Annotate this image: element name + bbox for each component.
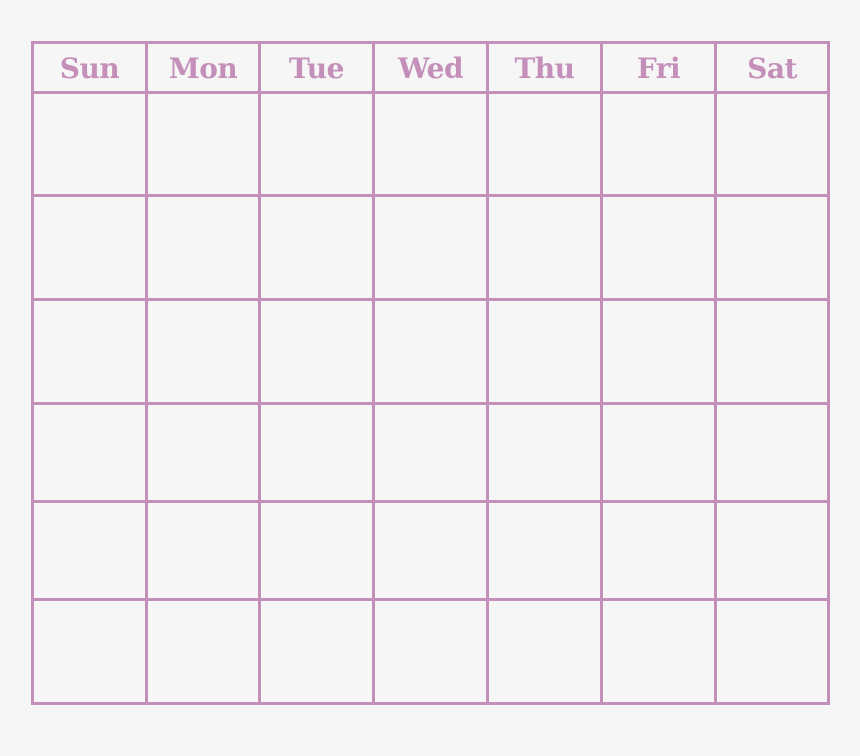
day-cell[interactable] — [375, 94, 486, 194]
day-cell[interactable] — [603, 405, 714, 500]
day-header-mon: Mon — [168, 51, 238, 85]
day-cell[interactable] — [34, 405, 145, 500]
day-cell[interactable] — [148, 601, 258, 702]
day-cell[interactable] — [717, 503, 827, 598]
day-header-tue: Tue — [289, 51, 344, 85]
day-cell[interactable] — [717, 197, 827, 298]
day-cell[interactable] — [34, 301, 145, 402]
day-cell[interactable] — [375, 301, 486, 402]
day-cell[interactable] — [717, 601, 827, 702]
day-cell[interactable] — [489, 197, 600, 298]
day-cell[interactable] — [603, 94, 714, 194]
day-cell[interactable] — [603, 601, 714, 702]
day-header-fri: Fri — [636, 51, 681, 85]
calendar-grid: Sun Mon Tue Wed Thu Fri Sat — [31, 41, 830, 705]
day-cell[interactable] — [261, 301, 372, 402]
day-cell[interactable] — [148, 94, 258, 194]
day-cell[interactable] — [148, 503, 258, 598]
grid-column-line — [827, 41, 830, 705]
day-cell[interactable] — [375, 405, 486, 500]
day-cell[interactable] — [148, 301, 258, 402]
day-header-sun: Sun — [59, 51, 120, 85]
day-cell[interactable] — [717, 94, 827, 194]
day-cell[interactable] — [34, 601, 145, 702]
grid-row-line — [31, 702, 830, 705]
day-cell[interactable] — [261, 601, 372, 702]
day-cell[interactable] — [489, 94, 600, 194]
day-cell[interactable] — [261, 405, 372, 500]
day-cell[interactable] — [489, 301, 600, 402]
day-cell[interactable] — [603, 197, 714, 298]
day-cell[interactable] — [261, 197, 372, 298]
day-cell[interactable] — [717, 405, 827, 500]
day-cell[interactable] — [489, 601, 600, 702]
day-cell[interactable] — [603, 301, 714, 402]
day-cell[interactable] — [261, 94, 372, 194]
day-header-wed: Wed — [397, 51, 464, 85]
day-cell[interactable] — [375, 197, 486, 298]
day-cell[interactable] — [261, 503, 372, 598]
day-header-thu: Thu — [514, 51, 575, 85]
day-cell[interactable] — [603, 503, 714, 598]
day-cell[interactable] — [489, 405, 600, 500]
day-cell[interactable] — [148, 197, 258, 298]
day-cell[interactable] — [34, 94, 145, 194]
day-cell[interactable] — [717, 301, 827, 402]
day-cell[interactable] — [489, 503, 600, 598]
day-header-sat: Sat — [747, 51, 797, 85]
day-cell[interactable] — [34, 503, 145, 598]
day-cell[interactable] — [148, 405, 258, 500]
day-cell[interactable] — [375, 601, 486, 702]
day-cell[interactable] — [375, 503, 486, 598]
day-cell[interactable] — [34, 197, 145, 298]
